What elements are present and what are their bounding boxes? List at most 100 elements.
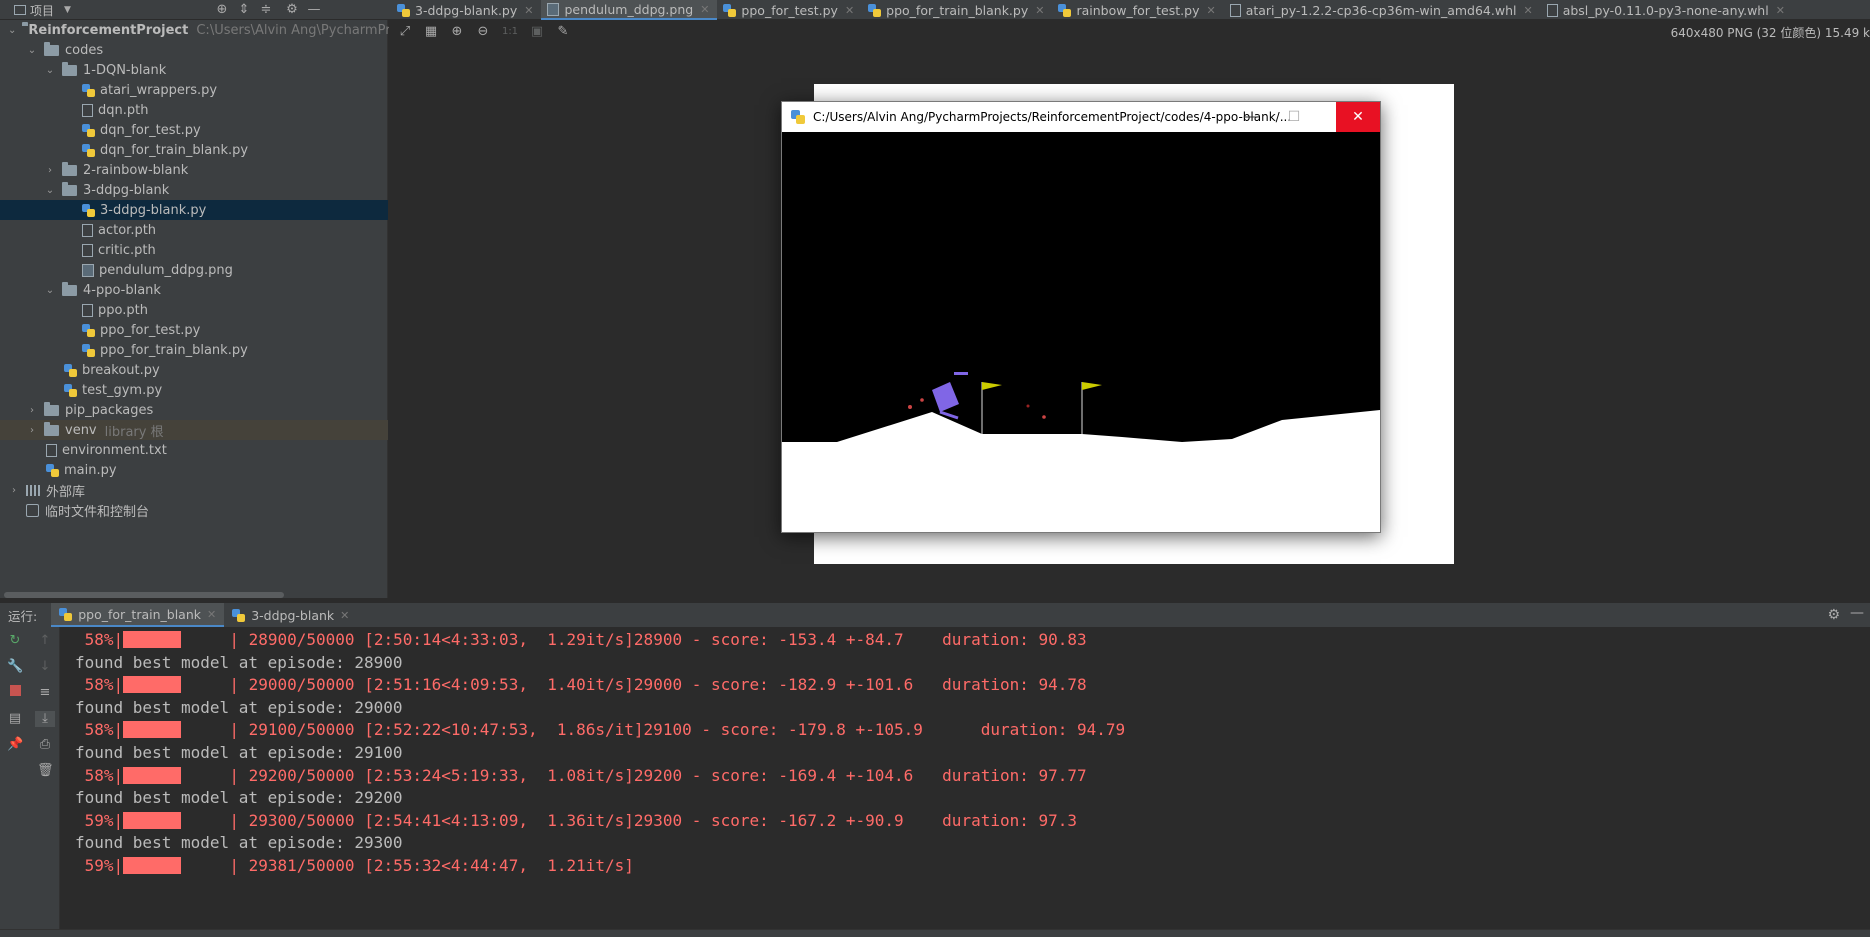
run-toolbar: ↻ 🔧 ▤ 📌 (0, 627, 30, 929)
tree-file[interactable]: dqn.pth (0, 100, 388, 120)
arrow-down-icon[interactable]: ↓ (37, 659, 53, 675)
trash-icon[interactable]: 🗑 (37, 763, 54, 779)
tree-file[interactable]: ppo_for_test.py (0, 320, 388, 340)
window-titlebar[interactable]: C:/Users/Alvin Ang/PycharmProjects/Reinf… (782, 102, 1380, 132)
locate-icon[interactable]: ⊕ (214, 2, 230, 18)
zoom-in-icon[interactable]: ⊕ (449, 24, 465, 40)
editor-tab[interactable]: pendulum_ddpg.png ✕ (541, 0, 718, 20)
tree-file[interactable]: breakout.py (0, 360, 388, 380)
chevron-right-icon[interactable]: › (8, 485, 20, 496)
editor-tab[interactable]: ppo_for_test.py ✕ (717, 0, 862, 20)
editor-tab-label: ppo_for_train_blank.py (886, 2, 1029, 18)
top-strip: 项目 ▼ ⊕ ⇕ ≑ ⚙ — 3-ddpg-blank.py ✕ pendulum_… (0, 0, 1870, 20)
tree-folder-ppo[interactable]: ⌄ 4-ppo-blank (0, 280, 388, 300)
tree-root-name: ReinforcementProject (28, 22, 189, 38)
zoom-out-icon[interactable]: ⊖ (475, 24, 491, 40)
tree-folder-codes[interactable]: ⌄ codes (0, 40, 388, 60)
tree-root[interactable]: ⌄ ReinforcementProject C:\Users\Alvin An… (0, 20, 422, 40)
tree-scratches[interactable]: 临时文件和控制台 (0, 500, 388, 520)
progress-bar (123, 676, 182, 694)
chevron-down-icon[interactable]: ⌄ (44, 65, 56, 76)
chevron-right-icon[interactable]: › (26, 425, 38, 436)
wrench-icon[interactable]: 🔧 (7, 659, 23, 675)
layout-icon[interactable]: ▤ (7, 711, 23, 727)
collapse-all-icon[interactable]: ≑ (258, 2, 274, 18)
close-icon[interactable]: ✕ (1776, 4, 1785, 17)
gear-icon[interactable]: ⚙ (1827, 607, 1840, 623)
project-view-header[interactable]: 项目 ▼ (0, 0, 388, 20)
editor-tab[interactable]: absl_py-0.11.0-py3-none-any.whl ✕ (1541, 0, 1793, 20)
rerun-icon[interactable]: ↻ (7, 633, 23, 649)
close-icon[interactable]: ✕ (207, 608, 216, 621)
tree-file[interactable]: main.py (0, 460, 388, 480)
chevron-right-icon[interactable]: › (26, 405, 38, 416)
hide-panel-icon[interactable]: — (306, 2, 322, 18)
progress-stats: | 29300/50000 [2:54:41<4:13:09, 1.36it/s… (181, 810, 634, 830)
close-icon[interactable]: ✕ (700, 3, 709, 16)
scroll-to-end-icon[interactable]: ⤓ (35, 711, 55, 727)
close-icon[interactable]: ✕ (340, 609, 349, 622)
tree-file[interactable]: ppo_for_train_blank.py (0, 340, 388, 360)
horizontal-scrollbar[interactable] (4, 592, 284, 598)
chevron-down-icon[interactable]: ⌄ (44, 185, 56, 196)
tree-folder-dqn[interactable]: ⌄ 1-DQN-blank (0, 60, 388, 80)
tree-file[interactable]: critic.pth (0, 240, 388, 260)
close-icon[interactable]: ✕ (524, 4, 533, 17)
print-icon[interactable]: ⎙ (37, 737, 53, 753)
minimize-button[interactable]: — (1228, 102, 1272, 132)
close-icon[interactable]: ✕ (845, 4, 854, 17)
image-file-icon (547, 2, 560, 16)
hide-panel-icon[interactable]: — (1850, 605, 1864, 621)
editor-tab[interactable]: ppo_for_train_blank.py ✕ (862, 0, 1052, 20)
folder-icon (62, 281, 77, 296)
chessboard-icon[interactable]: ▣ (529, 24, 545, 40)
tree-file[interactable]: actor.pth (0, 220, 388, 240)
tree-folder-ddpg[interactable]: ⌄ 3-ddpg-blank (0, 180, 388, 200)
tree-file-selected[interactable]: 3-ddpg-blank.py (0, 200, 388, 220)
editor-tab[interactable]: 3-ddpg-blank.py ✕ (391, 0, 541, 20)
lunar-lander-scene (782, 132, 1380, 532)
tree-file[interactable]: dqn_for_test.py (0, 120, 388, 140)
close-icon[interactable]: ✕ (1206, 4, 1215, 17)
pin-icon[interactable]: 📌 (7, 737, 23, 753)
soft-wrap-icon[interactable]: ≡ (37, 685, 53, 701)
expand-all-icon[interactable]: ⇕ (236, 2, 252, 18)
run-tab-ppo[interactable]: ppo_for_train_blank ✕ (51, 603, 225, 627)
grid-icon[interactable]: ▦ (423, 24, 439, 40)
editor-tab-label: rainbow_for_test.py (1076, 2, 1200, 18)
run-console[interactable]: 58%| | 28900/50000 [2:50:14<4:33:03, 1.2… (61, 627, 1870, 929)
archive-file-icon (1229, 3, 1241, 17)
python-file-icon (46, 463, 59, 477)
close-icon[interactable]: ✕ (1035, 4, 1044, 17)
close-icon[interactable]: ✕ (1523, 4, 1532, 17)
chevron-down-icon[interactable]: ⌄ (8, 25, 16, 36)
editor-tab[interactable]: atari_py-1.2.2-cp36-cp36m-win_amd64.whl ✕ (1224, 0, 1541, 20)
tree-label: ppo_for_test.py (100, 322, 201, 338)
close-button[interactable]: ✕ (1336, 102, 1380, 132)
arrow-up-icon[interactable]: ↑ (37, 633, 53, 649)
stop-icon[interactable] (7, 685, 23, 701)
tree-file[interactable]: atari_wrappers.py (0, 80, 388, 100)
chevron-down-icon[interactable]: ▼ (64, 5, 71, 15)
editor-tab[interactable]: rainbow_for_test.py ✕ (1052, 0, 1223, 20)
tree-file[interactable]: test_gym.py (0, 380, 388, 400)
run-tab-ddpg[interactable]: 3-ddpg-blank ✕ (224, 603, 357, 627)
tree-file[interactable]: environment.txt (0, 440, 388, 460)
progress-percent: 58%| (75, 630, 124, 649)
gear-icon[interactable]: ⚙ (284, 2, 300, 18)
chevron-right-icon[interactable]: › (44, 165, 56, 176)
chevron-down-icon[interactable]: ⌄ (44, 285, 56, 296)
actual-size-button[interactable]: 1:1 (501, 24, 519, 40)
fit-icon[interactable]: ⤢ (397, 24, 413, 40)
tree-folder-rainbow[interactable]: › 2-rainbow-blank (0, 160, 388, 180)
tree-file[interactable]: ppo.pth (0, 300, 388, 320)
chevron-down-icon[interactable]: ⌄ (26, 45, 38, 56)
tree-folder-pip[interactable]: › pip_packages (0, 400, 388, 420)
maximize-button[interactable]: ☐ (1272, 102, 1316, 132)
tree-file[interactable]: dqn_for_train_blank.py (0, 140, 388, 160)
color-picker-icon[interactable]: ✎ (555, 24, 571, 40)
gym-render-window[interactable]: C:/Users/Alvin Ang/PycharmProjects/Reinf… (781, 101, 1381, 533)
tree-file[interactable]: pendulum_ddpg.png (0, 260, 388, 280)
tree-folder-venv[interactable]: › venv library 根 (0, 420, 388, 440)
tree-external-libs[interactable]: › 外部库 (0, 480, 388, 500)
